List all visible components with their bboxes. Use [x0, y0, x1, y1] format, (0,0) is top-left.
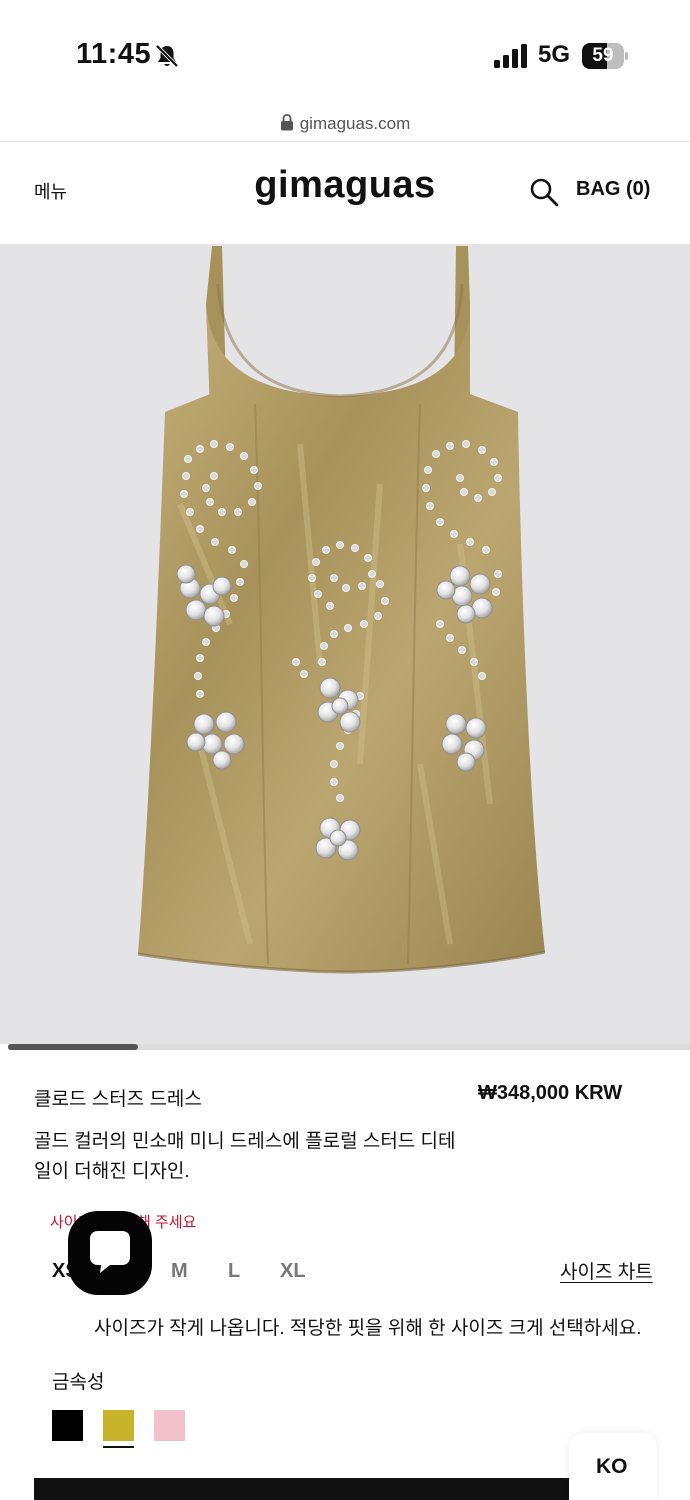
chat-bubble-icon [90, 1231, 130, 1273]
signal-icon [494, 44, 527, 68]
search-icon[interactable] [529, 177, 559, 207]
size-option-xl[interactable]: XL [280, 1260, 306, 1283]
color-label: 금속성 [52, 1372, 105, 1393]
product-image[interactable] [0, 244, 690, 1044]
battery-indicator: 59 [582, 43, 628, 69]
description-line: 일이 더해진 디자인. [34, 1161, 190, 1182]
status-bar: 11:45 5G 59 [0, 0, 690, 100]
color-swatch-pink[interactable] [154, 1410, 185, 1441]
language-label: KO [596, 1455, 628, 1478]
url-text: gimaguas.com [299, 114, 411, 133]
color-swatch-black[interactable] [52, 1410, 83, 1441]
status-time: 11:45 [76, 38, 152, 70]
size-fit-note: 사이즈가 작게 나옵니다. 적당한 핏을 위해 한 사이즈 크게 선택하세요. [94, 1318, 642, 1339]
color-swatch-gold[interactable] [103, 1410, 134, 1441]
chat-button[interactable] [68, 1211, 152, 1295]
description-line: 골드 컬러의 민소매 미니 드레스에 플로럴 스터드 디테 [34, 1131, 456, 1152]
gallery-scrollbar[interactable] [8, 1044, 690, 1050]
product-description: 골드 컬러의 민소매 미니 드레스에 플로럴 스터드 디테 일이 더해진 디자인… [34, 1127, 494, 1187]
product-price: ₩348,000 KRW [478, 1082, 623, 1104]
size-option-l[interactable]: L [228, 1260, 240, 1283]
gallery-scroll-thumb[interactable] [8, 1044, 138, 1050]
battery-level: 59 [592, 45, 614, 66]
network-type: 5G [538, 41, 571, 68]
add-to-bag-button[interactable] [34, 1478, 656, 1500]
selected-swatch-indicator [103, 1446, 134, 1448]
dress-illustration [137, 246, 546, 974]
language-button[interactable]: KO [569, 1433, 657, 1500]
size-chart-link[interactable]: 사이즈 차트 [560, 1257, 653, 1284]
product-name: 클로드 스터즈 드레스 [34, 1089, 202, 1110]
bell-slash-icon [155, 44, 179, 68]
lock-icon [280, 114, 293, 131]
site-header: 메뉴 gimaguas BAG (0) [0, 142, 690, 244]
size-option-m[interactable]: M [171, 1260, 188, 1283]
bag-button[interactable]: BAG (0) [576, 178, 650, 201]
browser-url-bar[interactable]: gimaguas.com [0, 100, 690, 142]
